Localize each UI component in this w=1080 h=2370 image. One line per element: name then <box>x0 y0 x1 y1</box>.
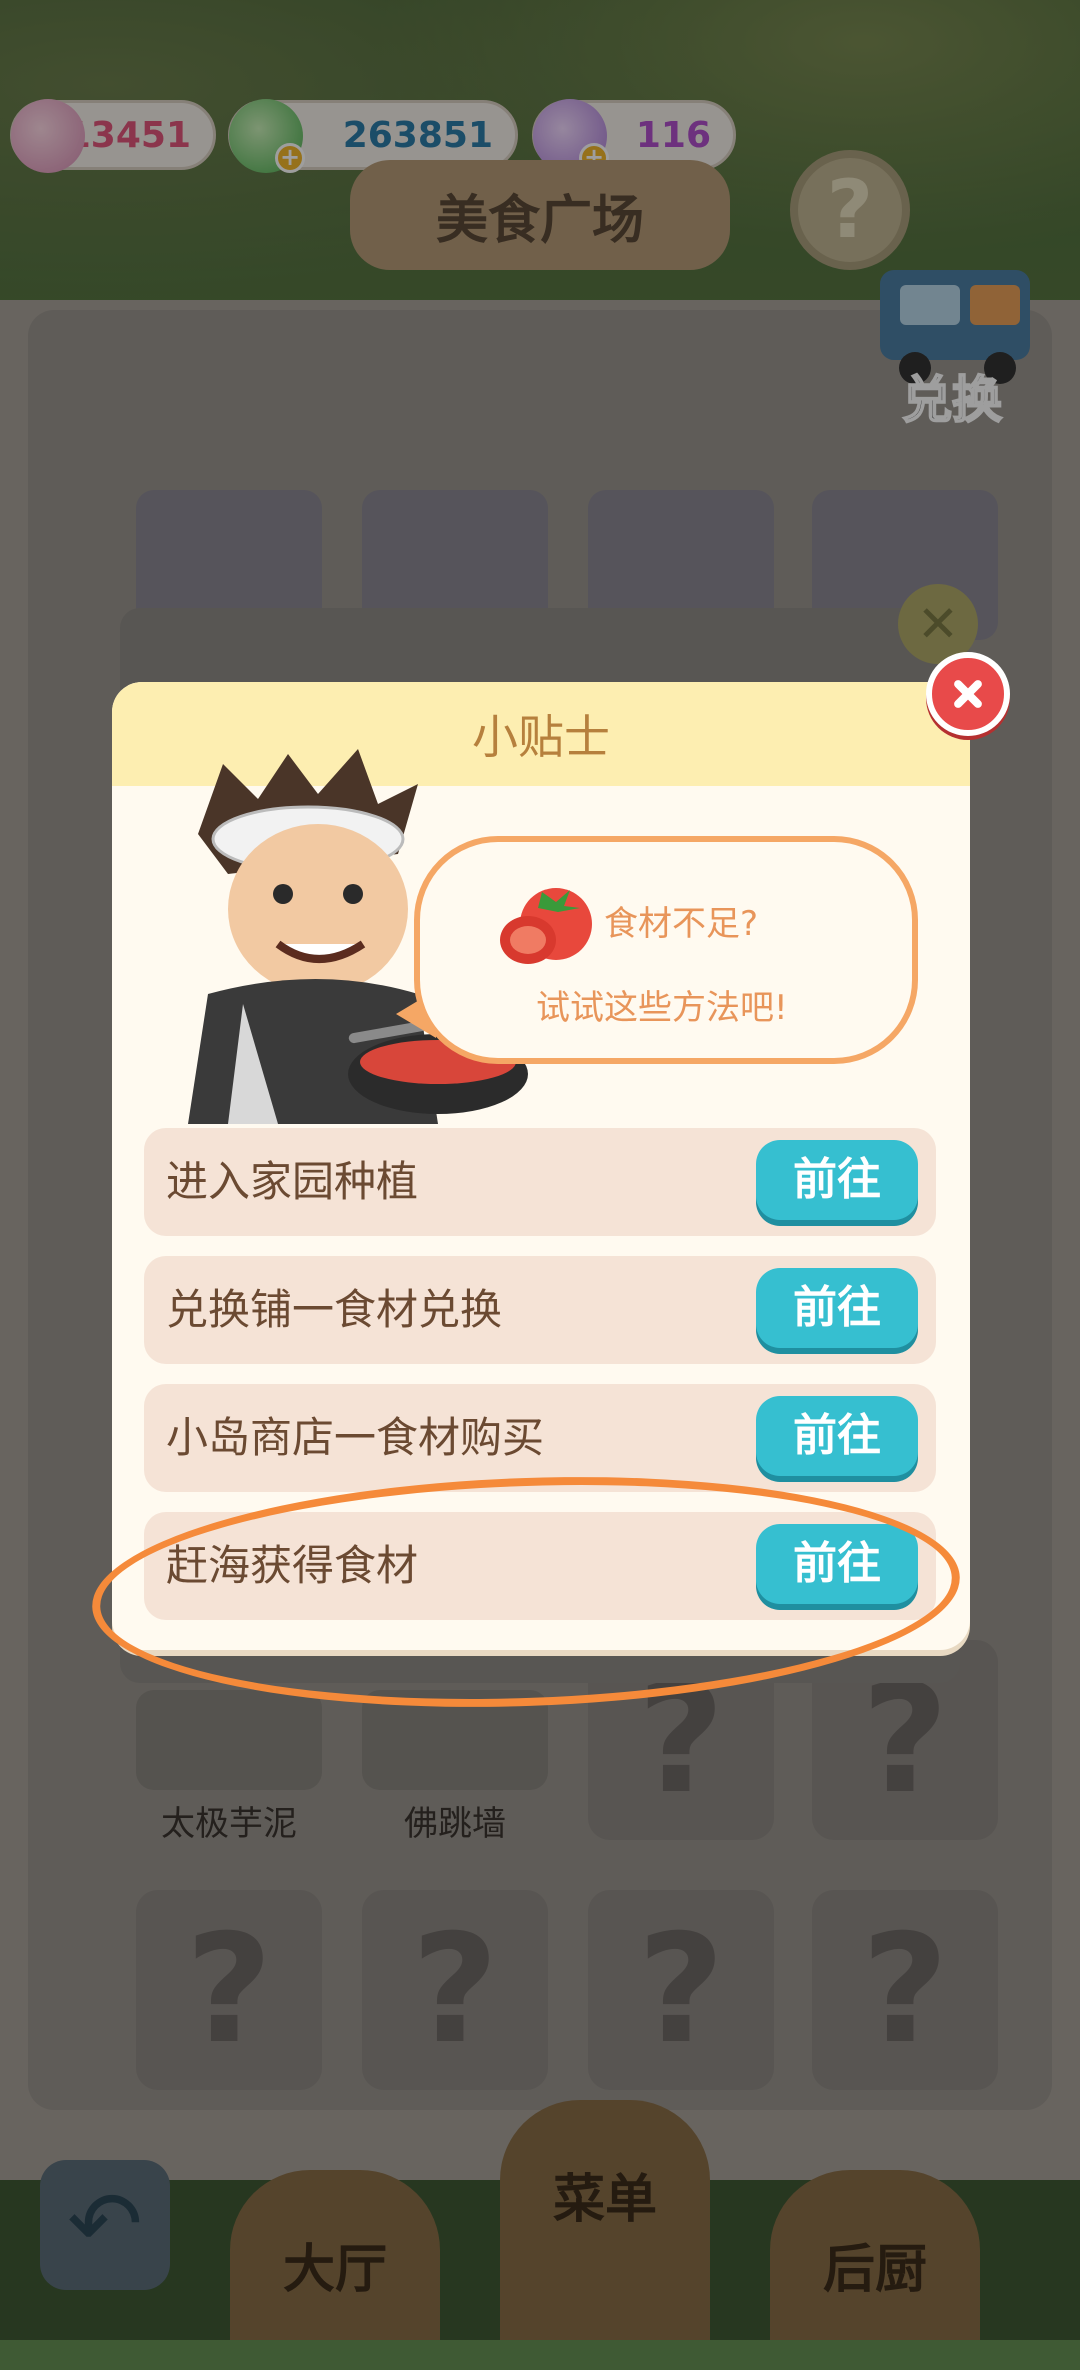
option-label: 进入家园种植 <box>166 1157 419 1206</box>
go-button-shop[interactable]: 前往 <box>756 1396 918 1476</box>
option-label: 兑换铺一食材兑换 <box>166 1285 503 1334</box>
bubble-text-line2: 试试这些方法吧! <box>536 988 788 1028</box>
tomato-icon <box>500 888 592 964</box>
go-button-garden[interactable]: 前往 <box>756 1140 918 1220</box>
speech-bubble <box>414 836 918 1064</box>
option-row-exchange: 兑换铺一食材兑换 前往 <box>144 1256 936 1364</box>
go-button-exchange[interactable]: 前往 <box>756 1268 918 1348</box>
option-label: 小岛商店一食材购买 <box>166 1413 545 1462</box>
close-icon[interactable] <box>926 652 1010 736</box>
option-row-shop: 小岛商店一食材购买 前往 <box>144 1384 936 1492</box>
bubble-text-line1: 食材不足? <box>604 904 759 944</box>
option-row-garden: 进入家园种植 前往 <box>144 1128 936 1236</box>
